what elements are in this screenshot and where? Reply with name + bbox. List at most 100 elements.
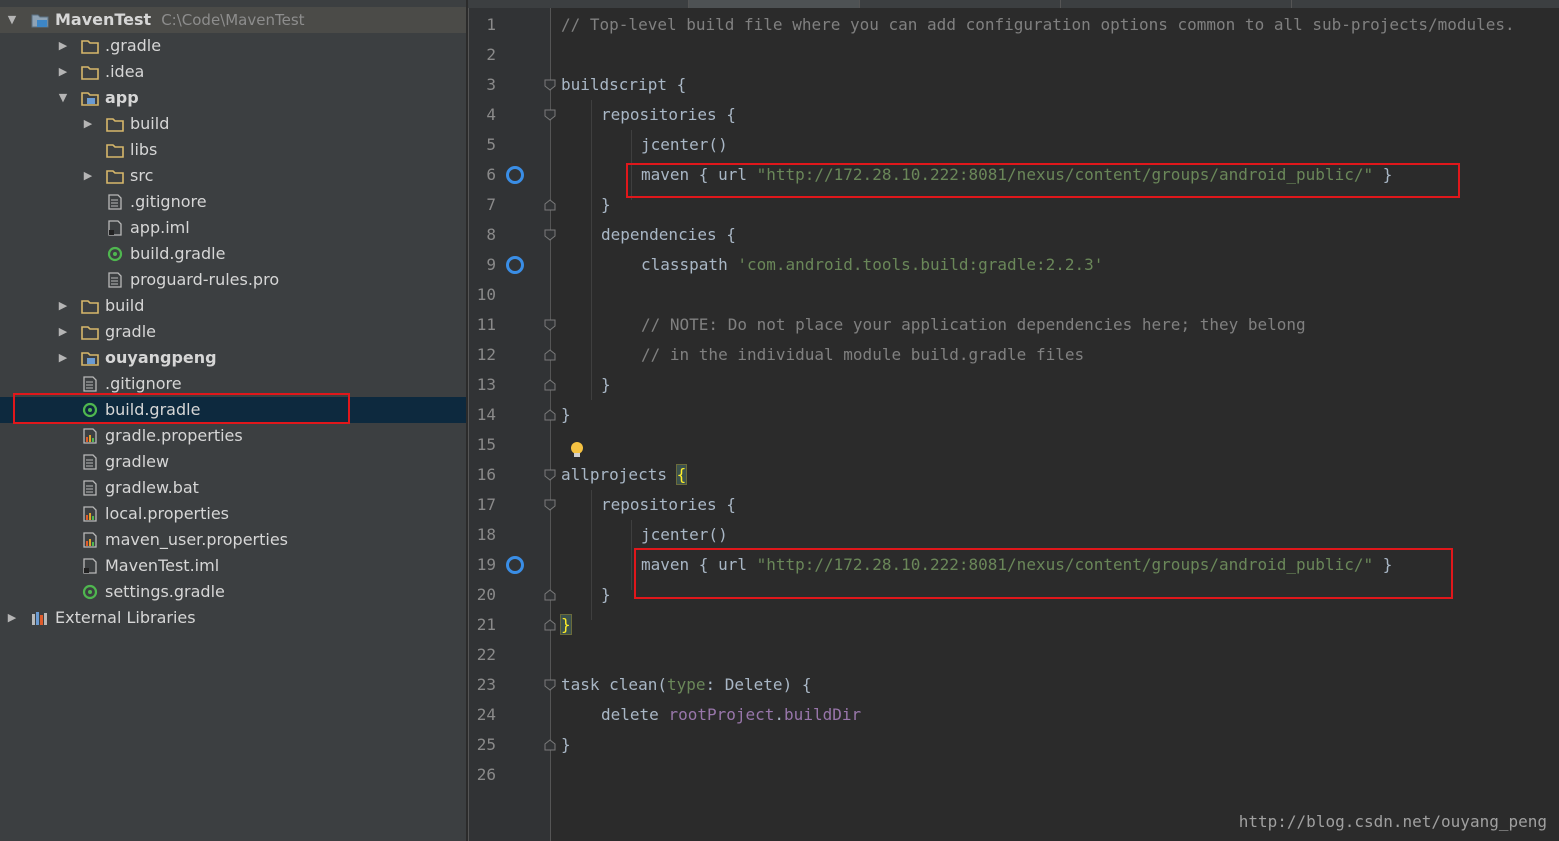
tab-1[interactable]: [468, 0, 689, 8]
tree-item[interactable]: build.gradle: [0, 397, 466, 423]
indent-guide: [591, 100, 592, 400]
tree-item[interactable]: ▼ app: [0, 85, 466, 111]
line-number: 9: [486, 255, 496, 274]
code-line-20: }: [601, 585, 611, 604]
folder-icon: [81, 40, 99, 54]
properties-file-icon: [83, 506, 97, 522]
line-number: 26: [476, 765, 496, 784]
line-number: 11: [476, 315, 496, 334]
tree-root-row[interactable]: ▼ MavenTest C:\Code\MavenTest: [0, 7, 466, 33]
tree-item[interactable]: ▶ gradle: [0, 319, 466, 345]
tree-item[interactable]: .gitignore: [0, 371, 466, 397]
fold-collapse-icon[interactable]: [544, 229, 556, 241]
line-number: 17: [476, 495, 496, 514]
fold-end-icon[interactable]: [544, 409, 556, 421]
tab-active[interactable]: [689, 0, 860, 8]
tree-item[interactable]: ▶ .gradle: [0, 33, 466, 59]
folder-icon: [81, 66, 99, 80]
tree-item-label: app.iml: [130, 218, 190, 237]
line-number: 5: [486, 135, 496, 154]
folder-icon: [106, 144, 124, 158]
project-name: MavenTest: [55, 10, 152, 29]
tree-item[interactable]: proguard-rules.pro: [0, 267, 466, 293]
fold-collapse-icon[interactable]: [544, 469, 556, 481]
fold-end-icon[interactable]: [544, 739, 556, 751]
tree-item[interactable]: app.iml: [0, 215, 466, 241]
chevron-right-icon[interactable]: ▶: [81, 111, 95, 137]
chevron-right-icon[interactable]: ▶: [56, 345, 70, 371]
breakpoint-icon[interactable]: [506, 256, 524, 274]
line-number: 19: [476, 555, 496, 574]
chevron-right-icon[interactable]: ▶: [56, 319, 70, 345]
fold-end-icon[interactable]: [544, 619, 556, 631]
fold-collapse-icon[interactable]: [544, 109, 556, 121]
tree-item-label: build.gradle: [105, 400, 201, 419]
fold-collapse-icon[interactable]: [544, 499, 556, 511]
line-number: 8: [486, 225, 496, 244]
tree-item-label: .idea: [105, 62, 145, 81]
tab-4[interactable]: [1061, 0, 1292, 8]
tree-item-label: .gitignore: [105, 374, 182, 393]
tree-item[interactable]: ▶ ouyangpeng: [0, 345, 466, 371]
project-folder-icon: [31, 14, 49, 28]
code-brace: }: [1373, 165, 1393, 184]
breakpoint-icon[interactable]: [506, 166, 524, 184]
line-number: 7: [486, 195, 496, 214]
tree-item[interactable]: ▶ src: [0, 163, 466, 189]
matched-brace: {: [675, 464, 688, 485]
maven-keyword: maven { url: [641, 555, 757, 574]
tree-item[interactable]: .gitignore: [0, 189, 466, 215]
tree-item[interactable]: gradle.properties: [0, 423, 466, 449]
code-line-8: dependencies {: [601, 225, 736, 244]
chevron-right-icon[interactable]: ▶: [56, 33, 70, 59]
tree-item[interactable]: gradlew.bat: [0, 475, 466, 501]
indent-guide: [631, 130, 632, 200]
fold-end-icon[interactable]: [544, 199, 556, 211]
tree-item[interactable]: maven_user.properties: [0, 527, 466, 553]
tree-item-label: app: [105, 88, 139, 107]
tree-item[interactable]: MavenTest.iml: [0, 553, 466, 579]
text-file-icon: [108, 194, 122, 210]
tree-item[interactable]: ▶ .idea: [0, 59, 466, 85]
tree-item-label: .gitignore: [130, 192, 207, 211]
chevron-right-icon[interactable]: ▶: [56, 59, 70, 85]
tree-item[interactable]: ▶ build: [0, 293, 466, 319]
tree-item-label: settings.gradle: [105, 582, 225, 601]
breakpoint-icon[interactable]: [506, 556, 524, 574]
fold-collapse-icon[interactable]: [544, 319, 556, 331]
tab-5[interactable]: [1292, 0, 1559, 8]
tree-item[interactable]: libs: [0, 137, 466, 163]
tree-item-label: build: [130, 114, 170, 133]
chevron-down-icon[interactable]: ▼: [5, 7, 19, 33]
tree-item[interactable]: build.gradle: [0, 241, 466, 267]
folder-icon: [106, 118, 124, 132]
tree-item-label: local.properties: [105, 504, 230, 523]
tree-item[interactable]: ▶ build: [0, 111, 466, 137]
fold-end-icon[interactable]: [544, 349, 556, 361]
chevron-right-icon[interactable]: ▶: [5, 605, 19, 631]
tree-item-label: build.gradle: [130, 244, 226, 263]
line-number: 2: [486, 45, 496, 64]
project-root-label: MavenTest C:\Code\MavenTest: [55, 7, 305, 33]
tree-item-label: ouyangpeng: [105, 348, 217, 367]
tree-item[interactable]: gradlew: [0, 449, 466, 475]
chevron-down-icon[interactable]: ▼: [56, 85, 70, 111]
text-file-icon: [83, 376, 97, 392]
tree-item[interactable]: settings.gradle: [0, 579, 466, 605]
iml-file-icon: [108, 220, 122, 236]
code-line-19: maven { url "http://172.28.10.222:8081/n…: [641, 550, 1392, 580]
tree-item[interactable]: ▶ External Libraries: [0, 605, 466, 631]
tree-item[interactable]: local.properties: [0, 501, 466, 527]
lightbulb-icon[interactable]: [568, 440, 586, 460]
chevron-right-icon[interactable]: ▶: [56, 293, 70, 319]
tab-3[interactable]: [860, 0, 1061, 8]
fold-collapse-icon[interactable]: [544, 679, 556, 691]
code-dot: .: [774, 705, 785, 724]
tree-item-label: MavenTest.iml: [105, 556, 220, 575]
fold-collapse-icon[interactable]: [544, 79, 556, 91]
fold-end-icon[interactable]: [544, 379, 556, 391]
tree-item-label: maven_user.properties: [105, 530, 289, 549]
chevron-right-icon[interactable]: ▶: [81, 163, 95, 189]
fold-end-icon[interactable]: [544, 589, 556, 601]
line-number: 6: [486, 165, 496, 184]
